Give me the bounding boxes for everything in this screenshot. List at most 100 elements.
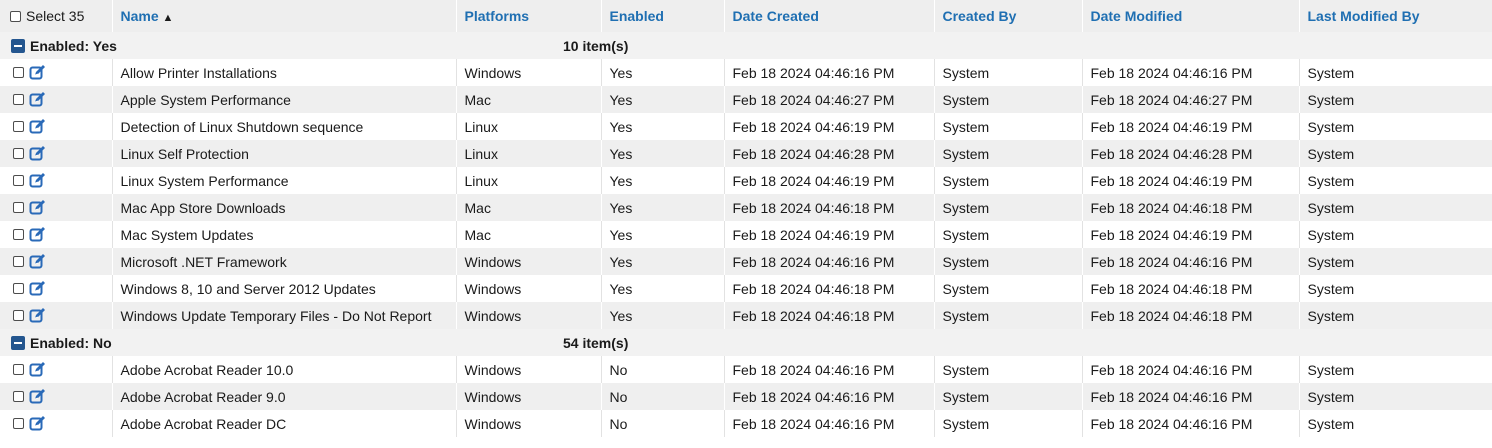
table-row[interactable]: Microsoft .NET Framework Windows Yes Feb 18… <box>0 248 1492 275</box>
row-controls <box>0 410 112 437</box>
group-label: Enabled: Yes <box>30 37 117 54</box>
group-count-label: 54 item(s) <box>563 334 629 351</box>
cell-enabled: Yes <box>600 86 724 113</box>
cell-date-modified: Feb 18 2024 04:46:19 PM <box>1081 221 1299 248</box>
group-label-cell: Enabled: No <box>0 329 456 356</box>
row-checkbox[interactable] <box>13 121 24 132</box>
row-checkbox[interactable] <box>13 148 24 159</box>
select-all-checkbox[interactable] <box>10 10 21 22</box>
table-row[interactable]: Adobe Acrobat Reader 10.0 Windows No Feb 18… <box>0 356 1492 383</box>
edit-icon[interactable] <box>29 415 46 432</box>
group-count: 54 item(s) <box>456 329 724 356</box>
edit-icon[interactable] <box>29 361 46 378</box>
edit-icon[interactable] <box>29 253 46 270</box>
cell-name: Adobe Acrobat Reader 10.0 <box>111 356 456 383</box>
row-controls <box>0 248 112 275</box>
cell-enabled: No <box>600 410 724 437</box>
row-checkbox[interactable] <box>13 364 24 375</box>
collapse-icon[interactable] <box>11 335 25 350</box>
cell-date-modified: Feb 18 2024 04:46:16 PM <box>1081 59 1299 86</box>
row-checkbox[interactable] <box>13 175 24 186</box>
column-header-date-modified[interactable]: Date Modified <box>1081 0 1299 32</box>
cell-date-modified: Feb 18 2024 04:46:16 PM <box>1081 383 1299 410</box>
cell-enabled: Yes <box>600 140 724 167</box>
row-checkbox[interactable] <box>13 229 24 240</box>
row-checkbox[interactable] <box>13 202 24 213</box>
cell-date-modified: Feb 18 2024 04:46:27 PM <box>1081 86 1299 113</box>
table-row[interactable]: Windows Update Temporary Files - Do Not … <box>0 302 1492 329</box>
cell-platforms: Linux <box>455 140 601 167</box>
column-header-enabled[interactable]: Enabled <box>600 0 724 32</box>
cell-last-modified-by: System <box>1298 356 1492 383</box>
cell-platforms: Windows <box>455 59 601 86</box>
cell-platforms: Windows <box>455 302 601 329</box>
row-controls <box>0 167 112 194</box>
row-checkbox[interactable] <box>13 283 24 294</box>
row-controls <box>0 194 112 221</box>
table-row[interactable]: Mac System Updates Mac Yes Feb 18 2024 04:4… <box>0 221 1492 248</box>
table-row[interactable]: Linux Self Protection Linux Yes Feb 18 2024… <box>0 140 1492 167</box>
select-all-label: Select 35 <box>26 8 85 24</box>
cell-date-created: Feb 18 2024 04:46:16 PM <box>723 356 934 383</box>
row-controls <box>0 383 112 410</box>
table-row[interactable]: Detection of Linux Shutdown sequence Linu… <box>0 113 1492 140</box>
column-header-platforms[interactable]: Platforms <box>455 0 601 32</box>
cell-platforms: Windows <box>455 410 601 437</box>
edit-icon[interactable] <box>29 172 46 189</box>
table-row[interactable]: Apple System Performance Mac Yes Feb 18 202… <box>0 86 1492 113</box>
cell-created-by: System <box>933 302 1082 329</box>
cell-date-created: Feb 18 2024 04:46:16 PM <box>723 383 934 410</box>
cell-date-modified: Feb 18 2024 04:46:16 PM <box>1081 410 1299 437</box>
cell-date-modified: Feb 18 2024 04:46:18 PM <box>1081 275 1299 302</box>
edit-icon[interactable] <box>29 91 46 108</box>
edit-icon[interactable] <box>29 307 46 324</box>
table-row[interactable]: Windows 8, 10 and Server 2012 Updates Win… <box>0 275 1492 302</box>
table-row[interactable]: Adobe Acrobat Reader DC Windows No Feb 18 2… <box>0 410 1492 437</box>
cell-name: Linux Self Protection <box>111 140 456 167</box>
edit-icon[interactable] <box>29 118 46 135</box>
edit-icon[interactable] <box>29 64 46 81</box>
cell-platforms: Mac <box>455 86 601 113</box>
row-checkbox[interactable] <box>13 94 24 105</box>
edit-icon[interactable] <box>29 226 46 243</box>
table-body: Enabled: Yes 10 item(s) Allow Printer Inst… <box>0 32 1492 437</box>
column-header-name[interactable]: Name ▲ <box>111 0 456 32</box>
table-row[interactable]: Linux System Performance Linux Yes Feb 18 2… <box>0 167 1492 194</box>
row-checkbox[interactable] <box>13 310 24 321</box>
table-row[interactable]: Adobe Acrobat Reader 9.0 Windows No Feb 18 … <box>0 383 1492 410</box>
cell-last-modified-by: System <box>1298 248 1492 275</box>
row-checkbox[interactable] <box>13 256 24 267</box>
row-controls <box>0 221 112 248</box>
edit-icon[interactable] <box>29 199 46 216</box>
cell-date-created: Feb 18 2024 04:46:18 PM <box>723 275 934 302</box>
cell-last-modified-by: System <box>1298 221 1492 248</box>
column-header-last-modified-by[interactable]: Last Modified By <box>1298 0 1492 32</box>
cell-platforms: Mac <box>455 221 601 248</box>
table-row[interactable]: Allow Printer Installations Windows Yes Feb… <box>0 59 1492 86</box>
group-count-label: 10 item(s) <box>563 37 629 54</box>
cell-platforms: Windows <box>455 356 601 383</box>
group-label-cell: Enabled: Yes <box>0 32 456 59</box>
cell-date-created: Feb 18 2024 04:46:16 PM <box>723 410 934 437</box>
edit-icon[interactable] <box>29 388 46 405</box>
edit-icon[interactable] <box>29 280 46 297</box>
cell-enabled: Yes <box>600 302 724 329</box>
cell-platforms: Mac <box>455 194 601 221</box>
row-checkbox[interactable] <box>13 391 24 402</box>
cell-last-modified-by: System <box>1298 113 1492 140</box>
column-header-date-created[interactable]: Date Created <box>723 0 934 32</box>
row-checkbox[interactable] <box>13 418 24 429</box>
column-header-created-by[interactable]: Created By <box>933 0 1082 32</box>
row-controls <box>0 86 112 113</box>
select-all-cell: Select 35 <box>0 0 112 32</box>
cell-platforms: Windows <box>455 383 601 410</box>
cell-created-by: System <box>933 140 1082 167</box>
edit-icon[interactable] <box>29 145 46 162</box>
cell-created-by: System <box>933 194 1082 221</box>
table-row[interactable]: Mac App Store Downloads Mac Yes Feb 18 2024… <box>0 194 1492 221</box>
cell-date-created: Feb 18 2024 04:46:19 PM <box>723 167 934 194</box>
row-checkbox[interactable] <box>13 67 24 78</box>
cell-platforms: Windows <box>455 275 601 302</box>
collapse-icon[interactable] <box>11 38 25 53</box>
group-row: Enabled: No 54 item(s) <box>0 329 1492 356</box>
